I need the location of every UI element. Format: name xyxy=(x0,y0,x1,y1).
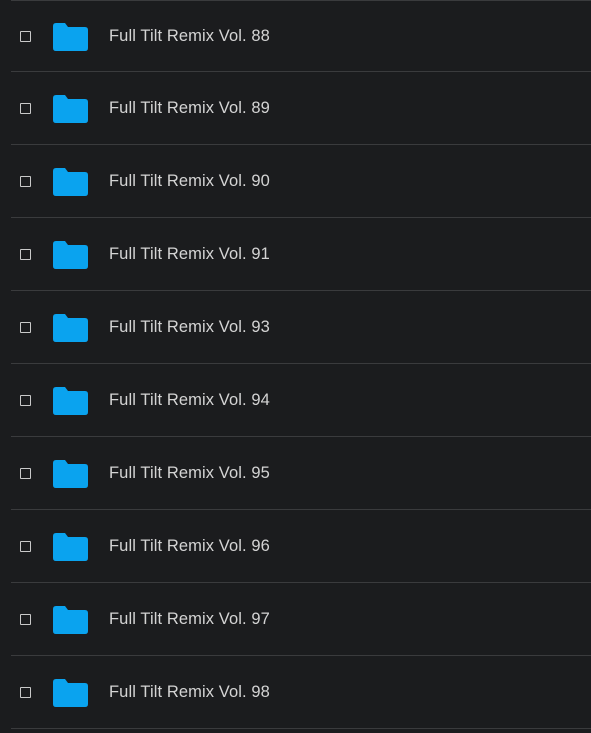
folder-name: Full Tilt Remix Vol. 94 xyxy=(109,391,270,409)
folder-name: Full Tilt Remix Vol. 89 xyxy=(109,99,270,117)
folder-row[interactable]: Full Tilt Remix Vol. 89 xyxy=(0,72,591,145)
folder-icon xyxy=(53,605,88,634)
folder-row[interactable]: Full Tilt Remix Vol. 93 xyxy=(0,291,591,364)
folder-row[interactable]: Full Tilt Remix Vol. 96 xyxy=(0,510,591,583)
folder-row[interactable]: Full Tilt Remix Vol. 91 xyxy=(0,218,591,291)
folder-row[interactable]: Full Tilt Remix Vol. 98 xyxy=(0,656,591,729)
folder-name: Full Tilt Remix Vol. 91 xyxy=(109,245,270,263)
folder-icon xyxy=(53,313,88,342)
folder-icon xyxy=(53,459,88,488)
row-checkbox[interactable] xyxy=(20,687,31,698)
folder-row[interactable]: Full Tilt Remix Vol. 97 xyxy=(0,583,591,656)
folder-icon xyxy=(53,22,88,51)
folder-icon xyxy=(53,167,88,196)
folder-icon xyxy=(53,386,88,415)
row-checkbox[interactable] xyxy=(20,103,31,114)
row-checkbox[interactable] xyxy=(20,395,31,406)
row-checkbox[interactable] xyxy=(20,176,31,187)
folder-name: Full Tilt Remix Vol. 98 xyxy=(109,683,270,701)
folder-row[interactable]: Full Tilt Remix Vol. 88 xyxy=(0,0,591,73)
folder-icon xyxy=(53,532,88,561)
folder-icon xyxy=(53,94,88,123)
row-checkbox[interactable] xyxy=(20,541,31,552)
folder-name: Full Tilt Remix Vol. 96 xyxy=(109,537,270,555)
row-checkbox[interactable] xyxy=(20,322,31,333)
row-checkbox[interactable] xyxy=(20,249,31,260)
row-divider xyxy=(11,728,591,729)
row-checkbox[interactable] xyxy=(20,31,31,42)
folder-name: Full Tilt Remix Vol. 93 xyxy=(109,318,270,336)
row-checkbox[interactable] xyxy=(20,614,31,625)
folder-icon xyxy=(53,240,88,269)
folder-row[interactable]: Full Tilt Remix Vol. 90 xyxy=(0,145,591,218)
folder-name: Full Tilt Remix Vol. 90 xyxy=(109,172,270,190)
folder-list: Full Tilt Remix Vol. 88 Full Tilt Remix … xyxy=(0,0,591,733)
folder-name: Full Tilt Remix Vol. 97 xyxy=(109,610,270,628)
folder-row[interactable]: Full Tilt Remix Vol. 95 xyxy=(0,437,591,510)
row-checkbox[interactable] xyxy=(20,468,31,479)
folder-name: Full Tilt Remix Vol. 88 xyxy=(109,27,270,45)
folder-row[interactable]: Full Tilt Remix Vol. 94 xyxy=(0,364,591,437)
folder-icon xyxy=(53,678,88,707)
folder-name: Full Tilt Remix Vol. 95 xyxy=(109,464,270,482)
